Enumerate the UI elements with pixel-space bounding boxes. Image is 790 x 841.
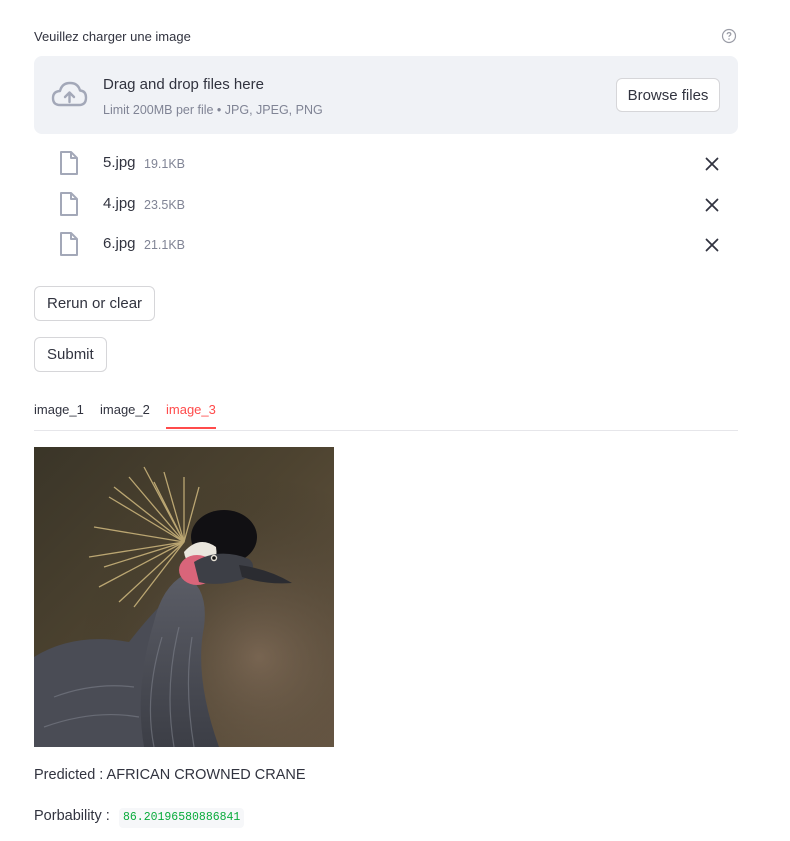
file-icon	[60, 192, 78, 216]
probability-label: Porbability :	[34, 808, 110, 824]
uploaded-file-row: 4.jpg 23.5KB	[34, 187, 738, 223]
file-dropzone[interactable]: Drag and drop files here Limit 200MB per…	[34, 56, 738, 134]
submit-button[interactable]: Submit	[34, 337, 107, 372]
crowned-crane-image	[34, 447, 334, 747]
probability-value: 86.20196580886841	[119, 808, 245, 828]
active-tab-indicator	[166, 427, 216, 429]
dropzone-title: Drag and drop files here	[103, 76, 264, 93]
close-icon[interactable]	[704, 197, 720, 213]
uploader-label: Veuillez charger une image	[34, 29, 191, 44]
uploaded-file-row: 6.jpg 21.1KB	[34, 227, 738, 263]
prediction-text: Predicted : AFRICAN CROWNED CRANE	[34, 767, 306, 783]
file-icon	[60, 232, 78, 256]
rerun-or-clear-button[interactable]: Rerun or clear	[34, 286, 156, 321]
file-size: 21.1KB	[144, 238, 186, 252]
cloud-upload-icon	[51, 81, 88, 107]
browse-files-button[interactable]: Browse files	[616, 78, 720, 112]
file-size: 23.5KB	[144, 198, 186, 212]
file-icon	[60, 151, 78, 175]
file-name: 5.jpg	[103, 154, 136, 171]
tab-image-2[interactable]: image_2	[100, 402, 150, 417]
uploaded-file-row: 5.jpg 19.1KB	[34, 146, 738, 182]
tab-image-1[interactable]: image_1	[34, 402, 84, 417]
close-icon[interactable]	[704, 156, 720, 172]
close-icon[interactable]	[704, 237, 720, 253]
file-name: 6.jpg	[103, 235, 136, 252]
image-tabs: image_1 image_2 image_3	[34, 398, 738, 431]
file-size: 19.1KB	[144, 157, 186, 171]
tab-image-3[interactable]: image_3	[166, 402, 216, 417]
question-circle-icon[interactable]	[721, 28, 737, 44]
dropzone-limit-text: Limit 200MB per file • JPG, JPEG, PNG	[103, 103, 323, 117]
file-name: 4.jpg	[103, 195, 136, 212]
